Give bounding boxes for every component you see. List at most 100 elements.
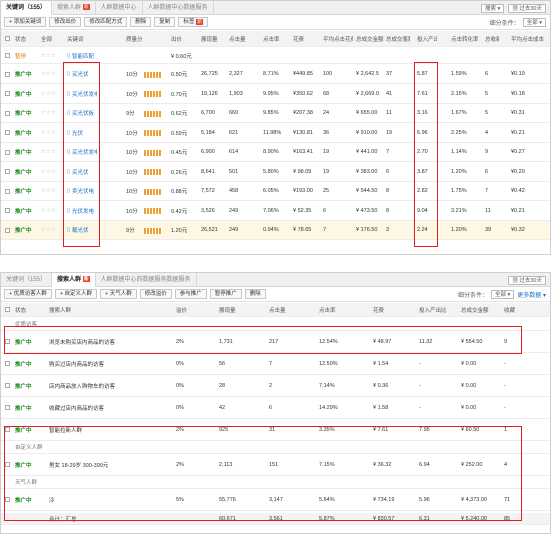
column-header[interactable]: 平均点击成本 [511,31,546,46]
cell-bid[interactable]: 0.88元 [171,182,193,200]
add-weather-crowd-button[interactable]: + 天气人群 [100,289,137,299]
keyword-text[interactable]: 买光伏板 [72,109,94,117]
cell-bid[interactable]: 0.62元 [171,104,193,122]
keyword-text[interactable]: 光伏发电 [72,207,94,215]
keyword-cell[interactable]: ▯ 买光伏板 [67,104,97,122]
keyword-text[interactable]: 载光伏 [72,226,89,234]
filter-select[interactable]: 全部 ▾ [490,289,515,299]
date-range-select[interactable]: ▦ 过去30天 [508,275,546,285]
row-checkbox[interactable] [5,405,10,410]
column-header[interactable]: 展现量 [219,303,249,316]
row-checkbox[interactable] [5,339,10,344]
keyword-cell[interactable]: ▯ 卖光伏电 [67,182,97,200]
copy-button[interactable]: 复制 [154,17,176,27]
column-header[interactable]: 投入产出比 [419,303,449,316]
keyword-text[interactable]: 买光伏 [72,168,89,176]
row-checkbox[interactable] [5,427,10,432]
filter-select[interactable]: 全部 ▾ [522,17,546,27]
cell-prem[interactable]: 2% [176,331,196,352]
column-header[interactable]: 关键词 [67,31,97,46]
select-all-checkbox[interactable] [5,36,10,41]
edit-bid-button[interactable]: 修改出价 [49,17,82,27]
row-checkbox[interactable] [5,227,10,233]
pause-promo-button[interactable]: 暂停推广 [209,289,242,299]
cell-bid[interactable]: 0.70元 [171,85,193,103]
select-all-checkbox[interactable] [5,307,10,312]
column-header[interactable]: 出价 [171,31,193,46]
column-header[interactable]: 全部 [41,31,63,46]
keyword-text[interactable]: 智能匹配 [72,52,94,60]
search-select[interactable]: 搜索 ▾ [481,3,505,13]
cell-bid[interactable]: 1.20元 [171,221,193,239]
row-checkbox[interactable] [5,149,10,155]
column-header[interactable]: 点击率 [319,303,351,316]
row-checkbox[interactable] [5,169,10,174]
cell-prem[interactable]: 0% [176,397,196,418]
tab-crowd-data[interactable]: 人群数据中心的数据服务数据服务 [96,273,197,287]
tab-keywords[interactable]: 关键词（155） [1,273,53,287]
column-header[interactable]: 总成交金额 [461,303,503,316]
cell-bid[interactable]: 0.26元 [171,163,193,181]
start-promo-button[interactable]: 参与推广 [174,289,207,299]
tab-search-crowd[interactable]: 搜索人群新 [52,1,96,15]
row-checkbox[interactable] [5,208,10,213]
cell-prem[interactable]: 2% [176,419,196,440]
row-checkbox[interactable] [5,462,10,467]
date-range-select[interactable]: ▦ 过去30天 [508,3,546,13]
column-header[interactable]: 点击量 [229,31,251,46]
cell-bid[interactable]: 0.45元 [171,143,193,161]
row-checkbox[interactable] [5,497,10,502]
delete-button[interactable]: 删除 [130,17,152,27]
column-header[interactable]: 状态 [15,303,45,316]
column-header[interactable]: 溢价 [176,303,196,316]
tab-crowd-data-service[interactable]: 人群数据中心数据服务 [143,1,214,15]
keyword-cell[interactable]: ▯ 光伏发电 [67,202,97,220]
keyword-cell[interactable]: ▯ 载光伏 [67,221,97,239]
column-header[interactable]: 展现量 [201,31,227,46]
row-checkbox[interactable] [5,110,10,116]
tab-crowd-data[interactable]: 人群数据中心 [96,1,143,15]
add-custom-crowd-button[interactable]: + 自定义人群 [54,289,97,299]
keyword-text[interactable]: 买光伏 [72,70,89,78]
column-header[interactable]: 点击转化率 [451,31,481,46]
column-header[interactable]: 花费 [373,303,407,316]
add-quality-crowd-button[interactable]: + 优质访客人群 [4,289,52,299]
cell-bid[interactable]: ¥ 0.60元 [171,48,193,63]
more-data-link[interactable]: 更多数据 ▾ [517,290,546,299]
column-header[interactable]: 状态 [15,31,37,46]
row-checkbox[interactable] [5,53,10,58]
row-checkbox[interactable] [5,130,10,135]
cell-bid[interactable]: 0.50元 [171,65,193,83]
column-header[interactable]: 总收藏数 [485,31,499,46]
tag-button[interactable]: 标签新 [178,17,208,27]
column-header[interactable]: 总成交金额 [356,31,386,46]
keyword-cell[interactable]: ▯ 买光伏发电 [67,143,97,161]
cell-prem[interactable]: 0% [176,375,196,396]
keyword-cell[interactable]: ▯ 光伏 [67,124,97,142]
cell-bid[interactable]: 0.42元 [171,202,193,220]
keyword-text[interactable]: 光伏 [72,129,83,137]
keyword-text[interactable]: 买光伏发电 [72,148,97,156]
column-header[interactable]: 平均点击花费 [323,31,353,46]
keyword-cell[interactable]: ▯ 买光伏 [67,65,97,83]
tab-search-crowd[interactable]: 搜索人群新 [52,273,96,287]
column-header[interactable]: 点击率 [263,31,289,46]
column-header[interactable]: 总成交笔数 [386,31,410,46]
add-keyword-button[interactable]: + 添加关键词 [4,17,47,27]
row-checkbox[interactable] [5,383,10,388]
edit-premium-button[interactable]: 修改溢价 [139,289,172,299]
keyword-cell[interactable]: ▯ 买光伏发电 [67,85,97,103]
delete-button[interactable]: 删除 [244,289,266,299]
column-header[interactable]: 搜索人群 [49,303,149,316]
cell-prem[interactable]: 5% [176,489,196,510]
column-header[interactable]: 点击量 [269,303,295,316]
row-checkbox[interactable] [5,361,10,366]
column-header[interactable]: 收藏 [504,303,524,316]
column-header[interactable]: 投入产出比 [417,31,437,46]
row-checkbox[interactable] [5,91,10,96]
edit-match-button[interactable]: 修改匹配方式 [84,17,128,27]
row-checkbox[interactable] [5,71,10,77]
cell-prem[interactable]: 0% [176,353,196,374]
row-checkbox[interactable] [5,188,10,194]
keyword-text[interactable]: 买光伏发电 [72,90,97,98]
